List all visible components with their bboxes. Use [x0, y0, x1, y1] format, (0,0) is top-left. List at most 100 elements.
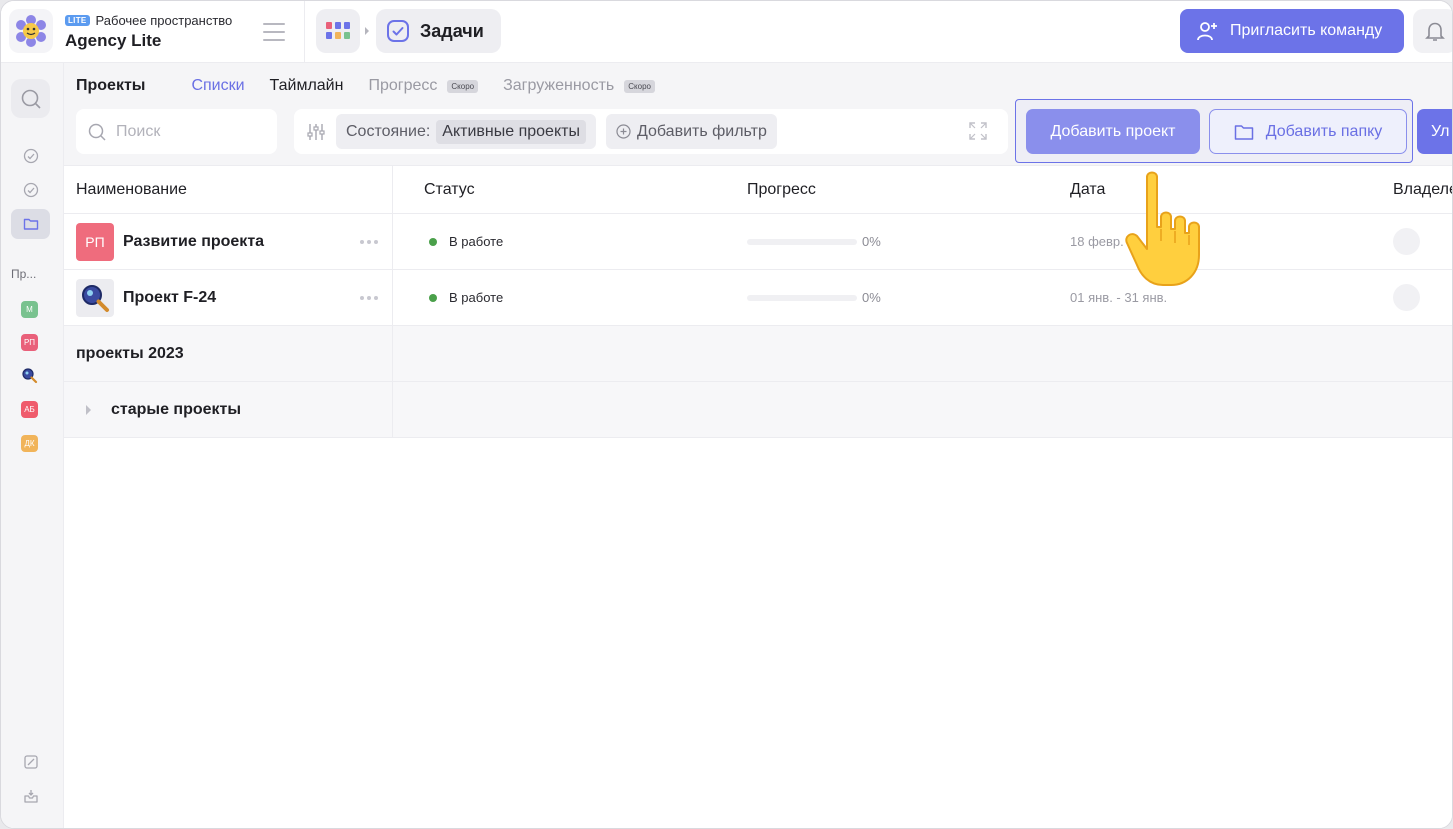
tab-lists[interactable]: Списки — [191, 77, 244, 95]
add-folder-button[interactable]: Добавить папку — [1209, 109, 1407, 154]
filter-sliders-icon[interactable] — [306, 122, 326, 142]
edit-icon — [23, 755, 38, 769]
left-rail: Пр... М РП АБ ДК — [1, 63, 64, 828]
tab-progress[interactable]: Прогресс Скоро — [368, 77, 479, 95]
project-name[interactable]: Проект F-24 — [123, 289, 216, 307]
project-name[interactable]: Развитие проекта — [123, 233, 264, 251]
project-avatar — [76, 278, 114, 317]
folder-icon — [1234, 124, 1253, 140]
avatar[interactable] — [1393, 284, 1420, 311]
breadcrumb-separator — [365, 27, 369, 35]
search-input[interactable] — [116, 122, 256, 141]
add-filter-button[interactable]: Добавить фильтр — [605, 114, 777, 149]
soon-badge: Скоро — [624, 79, 655, 93]
apps-grid-button[interactable] — [316, 9, 360, 53]
rail-project-initials: М — [26, 305, 33, 314]
search-field[interactable] — [76, 109, 277, 154]
project-name-cell[interactable]: РП Развитие проекта — [64, 214, 393, 269]
expand-caret-icon[interactable] — [86, 404, 91, 415]
rail-project-rp[interactable]: РП — [21, 334, 38, 351]
table-row[interactable]: Проект F-24 В работе 0% 01 янв. - 31 янв… — [64, 270, 1452, 326]
column-header-name[interactable]: Наименование — [64, 166, 393, 213]
table-row[interactable]: РП Развитие проекта В работе 0% 18 февр.… — [64, 214, 1452, 270]
extra-action-label: Ул — [1431, 122, 1450, 140]
search-icon — [21, 89, 41, 109]
folder-row[interactable]: проекты 2023 — [64, 326, 1452, 382]
app-window: LITE Рабочее пространство Agency Lite За… — [0, 0, 1453, 829]
column-header-date[interactable]: Дата — [1070, 166, 1105, 213]
progress-text: 0% — [862, 234, 881, 249]
inbox-icon — [23, 790, 38, 803]
breadcrumb-current: Задачи — [420, 20, 484, 41]
owner-cell[interactable] — [1393, 270, 1420, 325]
progress-bar — [747, 294, 857, 301]
state-filter-chip[interactable]: Состояние: Активные проекты — [336, 114, 596, 149]
controls-area: Проекты Списки Таймлайн Прогресс Скоро З… — [64, 63, 1452, 165]
folder-name[interactable]: проекты 2023 — [64, 326, 393, 381]
check-circle-icon — [23, 182, 38, 198]
rail-project-initials: ДК — [24, 439, 35, 448]
soon-badge: Скоро — [447, 79, 479, 93]
column-header-status[interactable]: Статус — [424, 166, 475, 213]
extra-action-button[interactable]: Ул — [1417, 109, 1452, 154]
rail-project-m[interactable]: М — [21, 301, 38, 318]
tab-label: Таймлайн — [269, 77, 344, 94]
search-icon — [88, 123, 106, 141]
workspace-name[interactable]: Agency Lite — [65, 31, 161, 51]
rail-project-ab[interactable]: АБ — [21, 401, 38, 418]
status-cell[interactable]: В работе — [424, 270, 503, 325]
tab-timeline[interactable]: Таймлайн — [270, 77, 344, 95]
magnifier-picture-icon — [22, 368, 38, 384]
apps-grid-icon — [326, 22, 350, 39]
logo-icon[interactable] — [9, 9, 53, 53]
check-square-icon — [387, 20, 409, 42]
workspace-label-text: Рабочее пространство — [95, 13, 233, 28]
rail-item-edit[interactable] — [11, 747, 50, 777]
pointing-hand-icon — [1125, 171, 1200, 286]
view-tabs: Проекты Списки Таймлайн Прогресс Скоро З… — [76, 77, 680, 95]
column-header-owner[interactable]: Владелец — [1393, 166, 1452, 213]
progress-cell: 0% — [747, 270, 881, 325]
folder-name-text: проекты 2023 — [76, 344, 184, 362]
hamburger-icon[interactable] — [263, 23, 285, 41]
state-filter-label: Состояние: — [346, 122, 431, 140]
column-header-progress[interactable]: Прогресс — [747, 166, 816, 213]
rail-item-inbox[interactable] — [11, 781, 50, 811]
tab-label: Списки — [191, 77, 245, 94]
projects-table: Наименование Статус Прогресс Дата Владел… — [64, 165, 1452, 438]
project-name-cell[interactable]: Проект F-24 — [64, 270, 393, 325]
top-bar: LITE Рабочее пространство Agency Lite За… — [1, 1, 1452, 63]
row-menu-icon[interactable] — [360, 296, 378, 300]
avatar[interactable] — [1393, 228, 1420, 255]
add-project-button[interactable]: Добавить проект — [1026, 109, 1200, 154]
magnifier-picture-icon — [82, 284, 109, 312]
rail-item-my-tasks[interactable] — [11, 175, 50, 205]
rail-project-initials: РП — [23, 338, 36, 347]
main-content: Проекты Списки Таймлайн Прогресс Скоро З… — [64, 63, 1452, 828]
add-project-label: Добавить проект — [1050, 122, 1176, 140]
project-avatar: РП — [76, 222, 114, 261]
notifications-button[interactable] — [1413, 9, 1452, 53]
tab-workload[interactable]: Загруженность Скоро — [503, 77, 655, 95]
rail-item-tasks[interactable] — [11, 141, 50, 171]
tab-label: Прогресс — [368, 77, 438, 94]
progress-text: 0% — [862, 290, 881, 305]
row-menu-icon[interactable] — [360, 240, 378, 244]
check-circle-icon — [23, 148, 38, 164]
rail-project-f24[interactable] — [21, 367, 38, 384]
invite-team-button[interactable]: Пригласить команду — [1180, 9, 1404, 53]
folder-row[interactable]: старые проекты — [64, 382, 1452, 438]
breadcrumb-tasks[interactable]: Задачи — [376, 9, 501, 53]
add-filter-label: Добавить фильтр — [636, 122, 767, 140]
state-filter-value: Активные проекты — [436, 119, 586, 144]
status-cell[interactable]: В работе — [424, 214, 503, 269]
owner-cell[interactable] — [1393, 214, 1420, 269]
lite-badge: LITE — [65, 15, 90, 26]
expand-icon[interactable] — [968, 121, 988, 141]
date-text: 01 янв. - 31 янв. — [1070, 290, 1168, 305]
rail-project-dk[interactable]: ДК — [21, 435, 38, 452]
rail-item-projects[interactable] — [11, 209, 50, 239]
folder-name[interactable]: старые проекты — [64, 382, 393, 437]
tab-projects[interactable]: Проекты — [76, 77, 145, 95]
rail-search-button[interactable] — [11, 79, 50, 118]
